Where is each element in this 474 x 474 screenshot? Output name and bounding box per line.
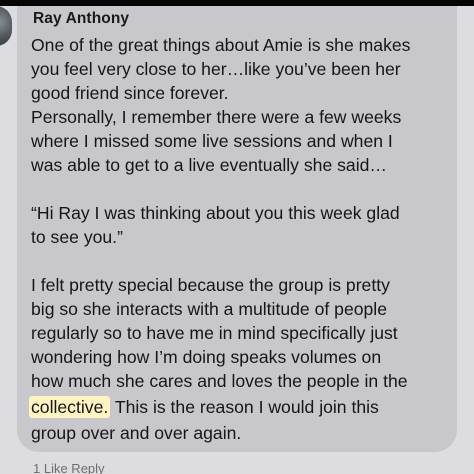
comment-line: to see you.” <box>31 227 123 247</box>
comment-actions[interactable]: 1 Like Reply <box>33 461 105 474</box>
comment-line: “Hi Ray I was thinking about you this we… <box>31 203 400 223</box>
comment-line: was able to get to a live eventually she… <box>31 155 387 175</box>
comment-line: One of the great things about Amie is sh… <box>31 35 411 55</box>
comment-line: how much she cares and loves the people … <box>31 371 408 391</box>
comment-line-rest: This is the reason I would join this <box>110 397 379 417</box>
avatar[interactable] <box>0 6 12 46</box>
comment-line: good friend since forever. <box>31 83 229 103</box>
comment-author[interactable]: Ray Anthony <box>33 10 129 28</box>
comment-line: you feel very close to her…like you’ve b… <box>31 59 401 79</box>
comment-line: big so she interacts with a multitude of… <box>31 299 387 319</box>
comment-line: regularly so to have me in mind specific… <box>31 323 398 343</box>
comment-line-highlighted: collective. This is the reason I would j… <box>29 396 379 419</box>
comment-line: wondering how I’m doing speaks volumes o… <box>31 347 382 367</box>
comment-line: I felt pretty special because the group … <box>31 275 390 295</box>
highlighted-word[interactable]: collective. <box>29 396 111 418</box>
comment-line: Personally, I remember there were a few … <box>31 107 402 127</box>
screen: Ray Anthony One of the great things abou… <box>0 0 474 474</box>
comment-line: group over and over again. <box>31 423 242 443</box>
comment-line: where I missed some live sessions and wh… <box>31 131 393 151</box>
